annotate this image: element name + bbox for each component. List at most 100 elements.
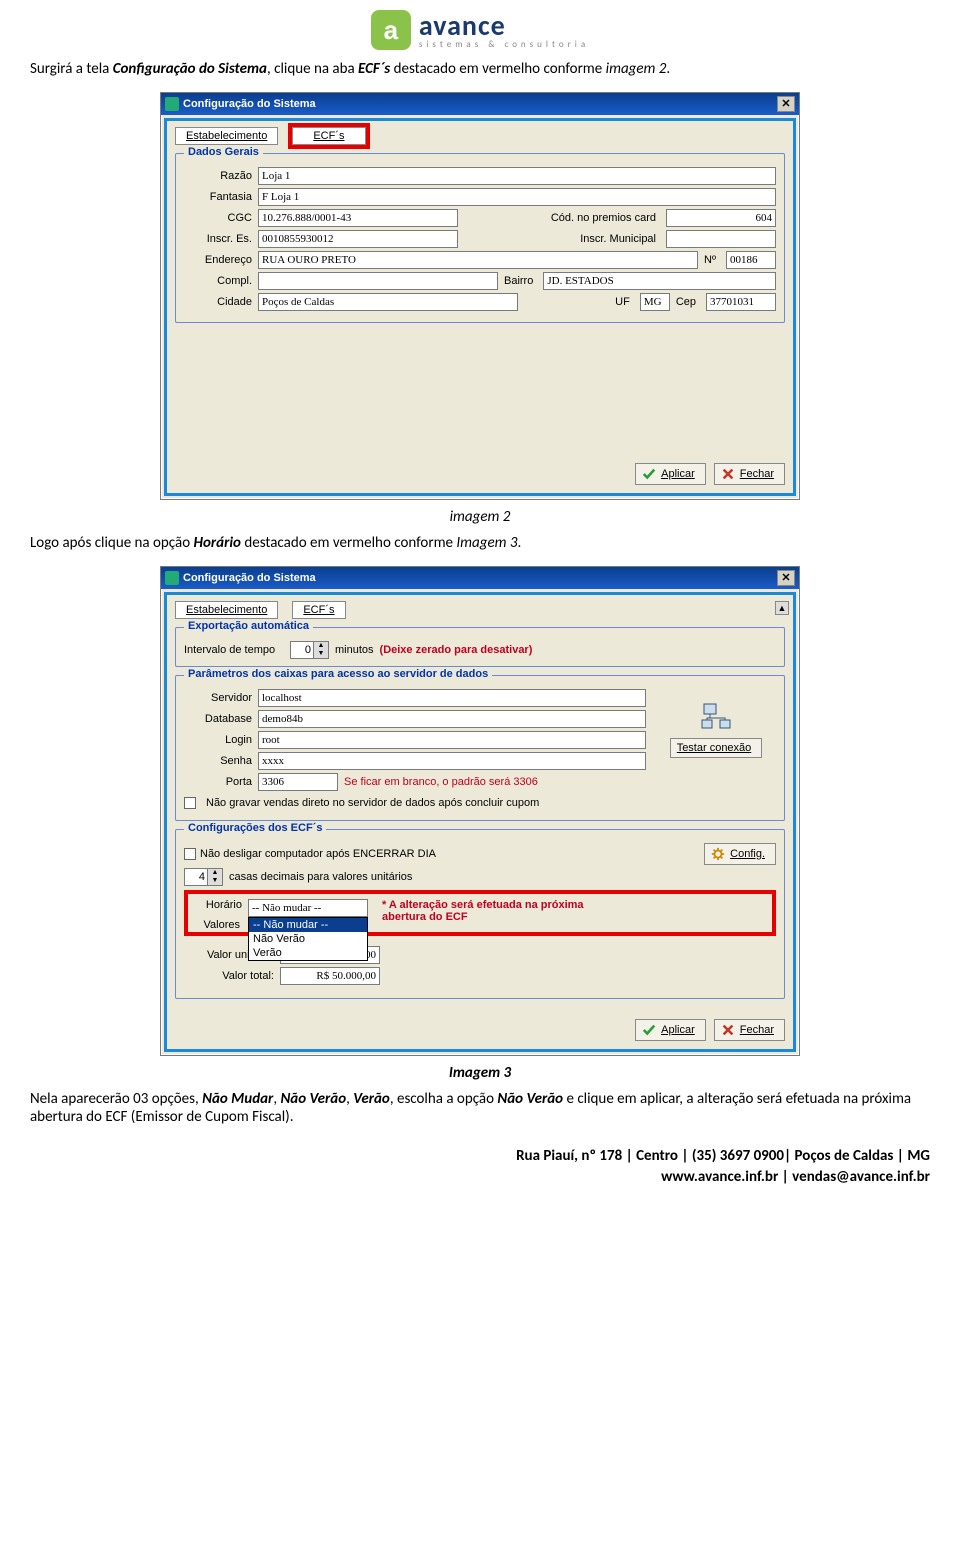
scroll-up-icon[interactable]: ▲ xyxy=(775,601,789,615)
x-icon xyxy=(721,1023,735,1037)
config-button[interactable]: Config. xyxy=(704,843,776,865)
intro-text-1: Surgirá a tela Configuração do Sistema, … xyxy=(30,60,930,78)
cidade-label: Cidade xyxy=(184,296,252,308)
servidor-label: Servidor xyxy=(184,692,252,704)
nao-desligar-checkbox[interactable] xyxy=(184,848,196,860)
dropdown-option[interactable]: Verão xyxy=(249,946,367,960)
inscrmun-input[interactable] xyxy=(666,230,776,248)
text-bold: Verão xyxy=(353,1090,390,1108)
fantasia-label: Fantasia xyxy=(184,191,252,203)
tab-ecfs[interactable]: ECF´s xyxy=(292,601,345,619)
cidade-input[interactable] xyxy=(258,293,518,311)
fechar-button[interactable]: Fechar xyxy=(714,1019,785,1041)
window-icon xyxy=(165,97,179,111)
spin-down-icon[interactable]: ▼ xyxy=(314,650,328,658)
database-label: Database xyxy=(184,713,252,725)
intervalo-input[interactable] xyxy=(291,642,313,658)
config-ecf-group: Configurações dos ECF´s Não desligar com… xyxy=(175,829,785,999)
valor-total-input[interactable] xyxy=(280,967,380,985)
brand-tagline: sistemas & consultoria xyxy=(419,40,589,49)
horario-dropdown[interactable]: -- Não mudar -- Não Verão Verão xyxy=(248,917,368,961)
intro-text-2: Logo após clique na opção Horário destac… xyxy=(30,534,930,552)
tab-label: Estabelecimento xyxy=(186,604,267,616)
spin-up-icon[interactable]: ▲ xyxy=(314,642,328,650)
fantasia-input[interactable] xyxy=(258,188,776,206)
page-footer: Rua Piauí, nº 178 | Centro | (35) 3697 0… xyxy=(30,1146,930,1188)
horario-highlight: Horário -- Não mudar -- Não Verão Verão … xyxy=(184,890,776,936)
compl-input[interactable] xyxy=(258,272,498,290)
btn-label: Testar conexão xyxy=(677,742,752,754)
group-title: Exportação automática xyxy=(184,620,313,632)
btn-label: Fechar xyxy=(740,468,774,480)
casas-label: casas decimais para valores unitários xyxy=(229,871,412,883)
network-icon xyxy=(700,702,732,734)
fechar-button[interactable]: Fechar xyxy=(714,463,785,485)
porta-label: Porta xyxy=(184,776,252,788)
porta-input[interactable] xyxy=(258,773,338,791)
close-button[interactable]: ✕ xyxy=(777,570,795,586)
caption-imagem-3: Imagem 3 xyxy=(30,1064,930,1082)
tab-estabelecimento[interactable]: Estabelecimento xyxy=(175,601,278,619)
deixe-zerado-note: (Deixe zerado para desativar) xyxy=(380,644,533,656)
window-title: Configuração do Sistema xyxy=(183,98,316,110)
dropdown-option[interactable]: Não Verão xyxy=(249,932,367,946)
btn-label: Aplicar xyxy=(661,468,695,480)
num-label: Nº xyxy=(704,254,720,266)
exportacao-group: Exportação automática Intervalo de tempo… xyxy=(175,627,785,667)
bairro-label: Bairro xyxy=(504,275,537,287)
senha-input[interactable] xyxy=(258,752,646,770)
uf-label: UF xyxy=(524,296,634,308)
group-title: Dados Gerais xyxy=(184,146,263,158)
cep-input[interactable] xyxy=(706,293,776,311)
titlebar: Configuração do Sistema ✕ xyxy=(161,93,799,115)
inscres-input[interactable] xyxy=(258,230,458,248)
num-input[interactable] xyxy=(726,251,776,269)
close-button[interactable]: ✕ xyxy=(777,96,795,112)
razao-label: Razão xyxy=(184,170,252,182)
text: . xyxy=(518,534,522,552)
aplicar-button[interactable]: Aplicar xyxy=(635,463,706,485)
endereco-input[interactable] xyxy=(258,251,698,269)
text: destacado em vermelho conforme xyxy=(241,534,456,552)
spin-up-icon[interactable]: ▲ xyxy=(208,869,222,877)
horario-combo[interactable] xyxy=(248,899,368,917)
minutos-label: minutos xyxy=(335,644,374,656)
tab-label: ECF´s xyxy=(313,130,344,142)
brand-name: avance xyxy=(419,12,589,40)
text: Logo após clique na opção xyxy=(30,534,194,552)
horario-label: Horário xyxy=(192,899,242,911)
nao-gravar-checkbox[interactable] xyxy=(184,797,196,809)
window-icon xyxy=(165,571,179,585)
compl-label: Compl. xyxy=(184,275,252,287)
aplicar-button[interactable]: Aplicar xyxy=(635,1019,706,1041)
endereco-label: Endereço xyxy=(184,254,252,266)
text: , escolha a opção xyxy=(390,1090,498,1108)
valores-label: Valores xyxy=(190,919,240,931)
razao-input[interactable] xyxy=(258,167,776,185)
testar-conexao-button[interactable]: Testar conexão xyxy=(670,738,763,758)
tabs-row: Estabelecimento ECF´s xyxy=(175,601,785,619)
casas-spinner[interactable]: ▲▼ xyxy=(184,868,223,886)
intervalo-spinner[interactable]: ▲▼ xyxy=(290,641,329,659)
text-italic: imagem 2 xyxy=(606,60,667,78)
tab-ecfs[interactable]: ECF´s xyxy=(292,127,365,145)
codcard-input[interactable] xyxy=(666,209,776,227)
valor-total-label: Valor total: xyxy=(184,970,274,982)
logo-text: avance sistemas & consultoria xyxy=(419,12,589,49)
inscrmun-label: Inscr. Municipal xyxy=(464,233,660,245)
codcard-label: Cód. no premios card xyxy=(464,212,660,224)
casas-input[interactable] xyxy=(185,869,207,885)
servidor-input[interactable] xyxy=(258,689,646,707)
bairro-input[interactable] xyxy=(543,272,776,290)
dropdown-option-selected[interactable]: -- Não mudar -- xyxy=(249,918,367,932)
spin-down-icon[interactable]: ▼ xyxy=(208,877,222,885)
cgc-input[interactable] xyxy=(258,209,458,227)
tab-estabelecimento[interactable]: Estabelecimento xyxy=(175,127,278,145)
caption-imagem-2: imagem 2 xyxy=(30,508,930,526)
login-input[interactable] xyxy=(258,731,646,749)
btn-label: Config. xyxy=(730,848,765,860)
database-input[interactable] xyxy=(258,710,646,728)
brand-header: a avance sistemas & consultoria xyxy=(30,10,930,50)
uf-input[interactable] xyxy=(640,293,670,311)
logo-mark-icon: a xyxy=(371,10,411,50)
